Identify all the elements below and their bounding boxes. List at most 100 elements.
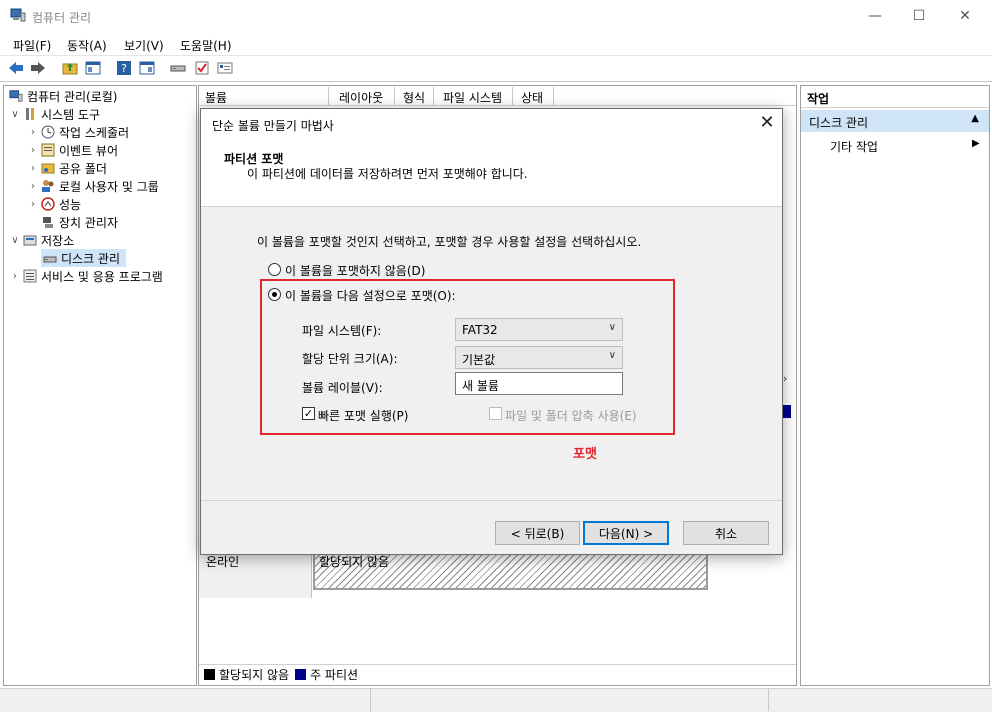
radio-no-format-label[interactable]: 이 볼륨을 포맷하지 않음(D) <box>285 262 425 279</box>
tree-item-system-tools[interactable]: ∨ 시스템 도구 <box>9 105 100 123</box>
chevron-down-icon: ∨ <box>608 350 616 361</box>
chevron-right-icon[interactable]: › <box>27 127 39 138</box>
column-separator[interactable] <box>328 87 329 105</box>
tree-item-services[interactable]: › 서비스 및 응용 프로그램 <box>9 267 163 285</box>
show-hide-tree-icon[interactable] <box>85 60 101 76</box>
menu-view[interactable]: 보기(V) <box>124 37 164 54</box>
help-icon[interactable]: ? <box>116 60 132 76</box>
computer-management-icon <box>10 8 26 22</box>
compression-checkbox[interactable] <box>489 407 502 420</box>
storage-icon <box>23 235 37 246</box>
show-hide-action-pane-icon[interactable] <box>139 60 155 76</box>
properties-icon[interactable] <box>217 60 233 76</box>
tree-item-device-manager[interactable]: 장치 관리자 <box>39 213 118 231</box>
chevron-right-icon[interactable]: › <box>27 181 39 192</box>
dialog-footer-separator <box>201 500 782 501</box>
checklist-icon[interactable] <box>194 60 210 76</box>
quick-format-label[interactable]: 빠른 포맷 실행(P) <box>318 407 408 424</box>
menu-file[interactable]: 파일(F) <box>13 37 51 54</box>
chevron-right-icon[interactable]: › <box>27 199 39 210</box>
radio-no-format[interactable] <box>268 263 281 276</box>
compression-label: 파일 및 폴더 압축 사용(E) <box>505 409 637 423</box>
minimize-button[interactable]: — <box>852 0 898 32</box>
close-button[interactable]: ✕ <box>942 0 988 32</box>
dialog-close-icon[interactable]: ✕ <box>755 111 779 135</box>
next-button[interactable]: 다음(N) > <box>583 521 669 545</box>
tree-item-storage[interactable]: ∨ 저장소 <box>9 231 74 249</box>
legend-primary: 주 파티션 <box>310 668 359 682</box>
menu-action[interactable]: 동작(A) <box>67 37 107 54</box>
clock-icon <box>41 125 55 139</box>
allocation-unit-label: 할당 단위 크기(A): <box>302 352 398 366</box>
radio-format[interactable] <box>268 288 281 301</box>
annotation-label: 포맷 <box>573 447 597 462</box>
wizard-subheading: 이 파티션에 데이터를 저장하려면 먼저 포맷해야 합니다. <box>247 167 528 181</box>
quick-format-checkbox[interactable]: ✓ <box>302 407 315 420</box>
back-button[interactable]: < 뒤로(B) <box>495 521 580 545</box>
column-layout[interactable]: 레이아웃 <box>339 89 383 106</box>
disk-icon[interactable] <box>170 60 186 76</box>
collapse-up-icon[interactable]: ▲ <box>971 113 979 124</box>
device-manager-icon <box>43 217 53 228</box>
menu-help[interactable]: 도움말(H) <box>180 37 232 54</box>
svg-text:?: ? <box>121 62 127 75</box>
radio-format-label[interactable]: 이 볼륨을 다음 설정으로 포맷(O): <box>285 287 456 304</box>
chevron-right-icon[interactable]: › <box>27 163 39 174</box>
column-separator[interactable] <box>394 87 395 105</box>
tree-item-computer-management[interactable]: 컴퓨터 관리(로컬) <box>7 87 117 105</box>
status-bar <box>0 688 992 712</box>
column-type[interactable]: 형식 <box>403 89 425 106</box>
disk-status: 온라인 <box>206 555 240 569</box>
unallocated-swatch <box>204 669 215 680</box>
action-disk-management[interactable]: 디스크 관리 ▲ <box>801 110 989 132</box>
primary-partition-bar <box>783 405 791 418</box>
unallocated-label: 할당되지 않음 <box>319 555 390 569</box>
action-more-actions[interactable]: 기타 작업 <box>830 138 878 155</box>
tree-item-shared-folders[interactable]: › 공유 폴더 <box>27 159 107 177</box>
back-arrow-icon[interactable] <box>8 60 24 76</box>
chevron-down-icon: ∨ <box>608 322 616 333</box>
up-folder-icon[interactable] <box>62 60 78 76</box>
dialog-title: 단순 볼륨 만들기 마법사 <box>212 119 334 133</box>
allocation-unit-select[interactable]: 기본값 ∨ <box>455 346 623 369</box>
disk-icon <box>43 256 57 263</box>
actions-pane <box>800 85 990 686</box>
column-separator[interactable] <box>433 87 434 105</box>
scroll-right-icon[interactable]: › <box>783 372 787 385</box>
legend-unallocated: 할당되지 않음 <box>219 668 290 682</box>
tree-item-task-scheduler[interactable]: › 작업 스케줄러 <box>27 123 129 141</box>
primary-swatch <box>295 669 307 680</box>
column-file-system[interactable]: 파일 시스템 <box>443 89 502 106</box>
maximize-button[interactable]: ☐ <box>896 0 942 32</box>
window-title: 컴퓨터 관리 <box>32 11 92 25</box>
event-viewer-icon <box>41 143 55 157</box>
forward-arrow-icon[interactable] <box>30 60 46 76</box>
performance-icon <box>41 197 55 211</box>
column-volume[interactable]: 볼륨 <box>205 89 227 106</box>
wizard-instruction: 이 볼륨을 포맷할 것인지 선택하고, 포맷할 경우 사용할 설정을 선택하십시… <box>257 235 642 249</box>
chevron-right-icon[interactable]: › <box>27 145 39 156</box>
column-separator[interactable] <box>512 87 513 105</box>
chevron-down-icon[interactable]: ∨ <box>9 235 21 246</box>
shared-folder-icon <box>41 163 55 174</box>
cancel-button[interactable]: 취소 <box>683 521 769 545</box>
column-status[interactable]: 상태 <box>521 89 543 106</box>
users-icon <box>42 180 54 192</box>
tree-item-event-viewer[interactable]: › 이벤트 뷰어 <box>27 141 118 159</box>
file-system-label: 파일 시스템(F): <box>302 324 382 338</box>
column-separator[interactable] <box>553 87 554 105</box>
tree-item-performance[interactable]: › 성능 <box>27 195 81 213</box>
chevron-right-icon[interactable]: › <box>9 271 21 282</box>
tree-item-disk-management[interactable]: 디스크 관리 <box>41 249 127 267</box>
submenu-arrow-icon[interactable]: ▶ <box>972 138 980 149</box>
file-system-select[interactable]: FAT32 ∨ <box>455 318 623 341</box>
tree-item-local-users[interactable]: › 로컬 사용자 및 그룹 <box>27 177 159 195</box>
volume-label-input[interactable]: 새 볼륨 <box>455 372 623 395</box>
status-divider <box>370 689 371 711</box>
status-divider <box>768 689 769 711</box>
actions-title: 작업 <box>801 86 989 108</box>
tools-icon <box>26 108 34 120</box>
chevron-down-icon[interactable]: ∨ <box>9 109 21 120</box>
volume-label-label: 볼륨 레이블(V): <box>302 381 383 395</box>
computer-management-icon <box>9 90 23 102</box>
